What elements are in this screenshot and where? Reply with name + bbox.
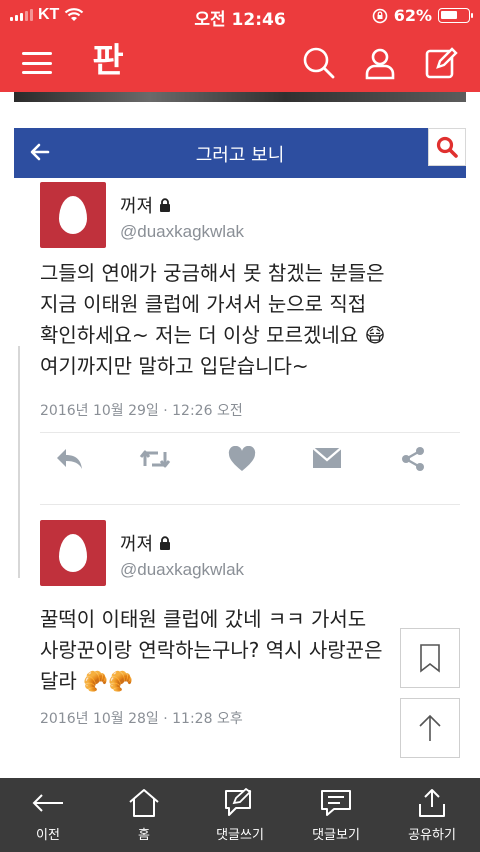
- scroll-top-button[interactable]: [400, 698, 460, 758]
- write-icon[interactable]: [424, 46, 458, 80]
- tweet-actions: [52, 446, 432, 476]
- status-right: 62%: [372, 6, 473, 25]
- avatar: [40, 182, 106, 248]
- tweet-card: 꺼져 @duaxkagkwlak 그들의 연애가 궁금해서 못 참겠는 분들은 …: [40, 182, 460, 512]
- app-header: 판: [0, 32, 480, 92]
- tweet-handle: @duaxkagkwlak: [120, 222, 245, 241]
- username-label: 꺼져: [120, 196, 154, 217]
- article-photo-strip: [14, 92, 466, 102]
- status-bar: KT 오전 12:46 62%: [0, 0, 480, 32]
- divider: [40, 432, 460, 433]
- nav-label: 이전: [36, 828, 60, 843]
- bottom-nav-bar: 이전 홈 댓글쓰기 댓글보기 공유하기: [0, 778, 480, 852]
- share-icon: [402, 447, 424, 471]
- magnifier-icon: [436, 136, 458, 158]
- tweet-username: 꺼져: [120, 530, 171, 556]
- share-icon: [419, 789, 445, 817]
- username-label: 꺼져: [120, 534, 154, 555]
- lock-icon: [160, 536, 171, 550]
- arrow-up-icon: [419, 714, 441, 741]
- retweet-icon: [139, 450, 171, 468]
- nav-share[interactable]: 공유하기: [384, 778, 480, 852]
- app-top-bar: KT 오전 12:46 62% 판: [0, 0, 480, 92]
- home-icon: [129, 789, 159, 817]
- embedded-title: 그러고 보니: [195, 145, 285, 166]
- search-icon[interactable]: [302, 46, 336, 80]
- heart-icon: [228, 446, 256, 471]
- avatar: [40, 520, 106, 586]
- embedded-header-bar: 그러고 보니: [14, 128, 466, 178]
- tweet-handle: @duaxkagkwlak: [120, 560, 245, 579]
- battery-icon: [438, 8, 473, 23]
- back-arrow-icon: [32, 794, 63, 812]
- comments-icon: [321, 790, 351, 816]
- lock-icon: [160, 198, 171, 212]
- divider: [40, 504, 460, 505]
- embedded-search-button: [428, 128, 466, 166]
- nav-label: 댓글보기: [312, 828, 360, 843]
- tweet-date: 2016년 10월 28일 · 11:28 오후: [40, 711, 243, 727]
- battery-fill: [441, 11, 457, 19]
- tweet-text: 꿀떡이 이태원 클럽에 갔네 ㅋㅋ 가서도 사랑꾼이랑 연락하는구나? 역시 사…: [40, 607, 383, 693]
- tweet-card: 꺼져 @duaxkagkwlak 꿀떡이 이태원 클럽에 갔네 ㅋㅋ 가서도 사…: [40, 520, 460, 740]
- compose-comment-icon: [225, 788, 252, 816]
- app-logo[interactable]: 판: [86, 42, 130, 80]
- tweet-date: 2016년 10월 29일 · 12:26 오전: [40, 403, 243, 419]
- menu-icon[interactable]: [22, 52, 52, 74]
- reply-icon: [57, 449, 82, 469]
- tweet-text: 그들의 연애가 궁금해서 못 참겠는 분들은 지금 이태원 클럽에 가셔서 눈으…: [40, 261, 386, 378]
- message-icon: [312, 447, 342, 468]
- tweet-username: 꺼져: [120, 192, 171, 218]
- egg-avatar-icon: [59, 534, 87, 572]
- user-icon[interactable]: [363, 46, 397, 80]
- nav-view-comments[interactable]: 댓글보기: [288, 778, 384, 852]
- scroll-edge-line: [18, 346, 20, 578]
- bookmark-icon: [420, 644, 440, 673]
- nav-label: 공유하기: [408, 828, 456, 843]
- nav-label: 홈: [138, 828, 150, 843]
- nav-home[interactable]: 홈: [96, 778, 192, 852]
- bookmark-button[interactable]: [400, 628, 460, 688]
- rotation-lock-icon: [372, 8, 388, 23]
- nav-label: 댓글쓰기: [216, 828, 264, 843]
- nav-write-comment[interactable]: 댓글쓰기: [192, 778, 288, 852]
- egg-avatar-icon: [59, 196, 87, 234]
- battery-percent: 62%: [393, 6, 432, 25]
- nav-back[interactable]: 이전: [0, 778, 96, 852]
